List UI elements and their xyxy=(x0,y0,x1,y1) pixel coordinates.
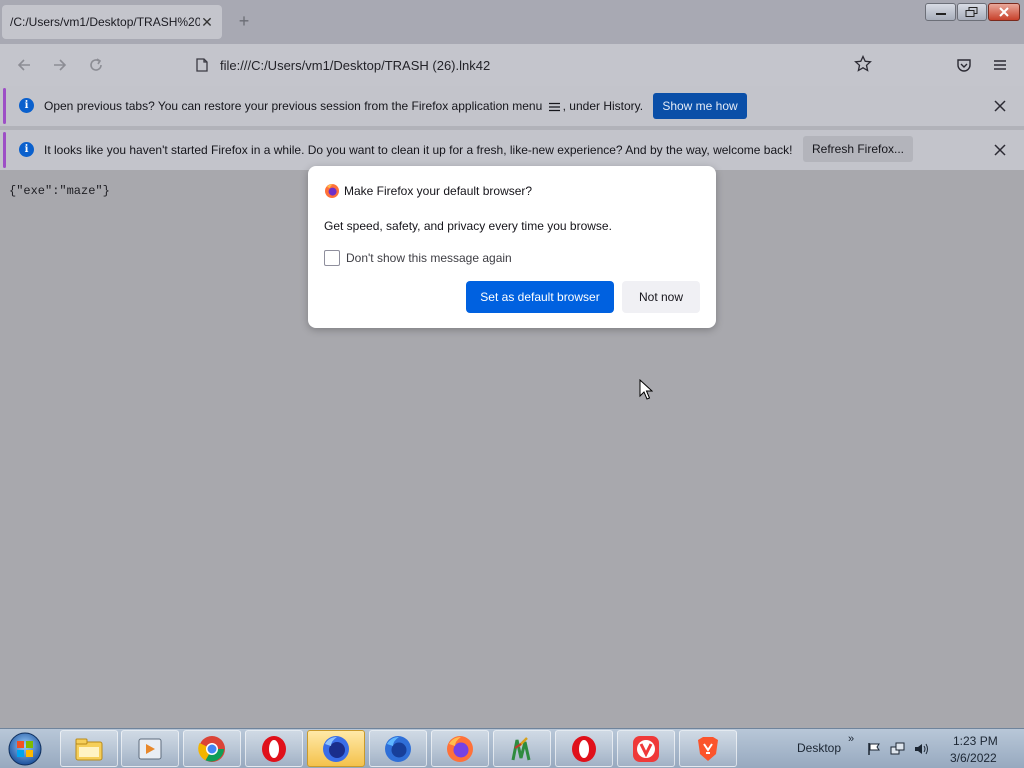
not-now-button[interactable]: Not now xyxy=(622,281,700,313)
pocket-icon xyxy=(957,59,971,72)
opera-icon xyxy=(572,735,596,762)
notification-message: Open previous tabs? You can restore your… xyxy=(44,99,644,113)
arrow-right-icon xyxy=(54,59,67,71)
dialog-message: Get speed, safety, and privacy every tim… xyxy=(324,219,612,233)
file-explorer-icon xyxy=(75,738,103,760)
info-icon: i xyxy=(19,142,34,157)
set-default-browser-button[interactable]: Set as default browser xyxy=(466,281,614,313)
reload-icon xyxy=(90,58,102,71)
taskbar-item-firefox[interactable] xyxy=(431,730,489,767)
taskbar: Desktop » 1:23 PM 3/6/2022 xyxy=(0,728,1024,768)
taskbar-item-vivaldi[interactable] xyxy=(617,730,675,767)
firefox-icon xyxy=(447,735,473,762)
window-close-button[interactable] xyxy=(988,3,1020,21)
json-text: {"exe":"maze"} xyxy=(9,184,110,198)
notification-close-button[interactable] xyxy=(990,140,1010,160)
opera-icon xyxy=(262,735,286,762)
toolbar-overflow-chevron[interactable]: » xyxy=(848,733,854,745)
clock-date[interactable]: 3/6/2022 xyxy=(950,751,997,765)
network-icon[interactable] xyxy=(890,741,906,757)
firefox-developer-icon xyxy=(385,735,411,762)
hamburger-menu-icon xyxy=(994,60,1006,70)
taskbar-item-chrome[interactable] xyxy=(183,730,241,767)
brave-icon xyxy=(698,736,718,761)
clock-time[interactable]: 1:23 PM xyxy=(953,734,998,748)
notification-close-button[interactable] xyxy=(990,96,1010,116)
close-icon xyxy=(994,144,1006,156)
url-bar[interactable]: file:///C:/Users/vm1/Desktop/TRASH (26).… xyxy=(184,50,884,80)
default-browser-dialog: Make Firefox your default browser? Get s… xyxy=(308,166,716,328)
dont-show-again-label[interactable]: Don't show this message again xyxy=(346,251,512,265)
volume-icon[interactable] xyxy=(914,741,930,757)
taskbar-item-firefox-nightly[interactable] xyxy=(307,730,365,767)
restore-icon xyxy=(965,7,978,17)
start-button[interactable] xyxy=(5,731,45,767)
application-menu-button[interactable] xyxy=(989,54,1011,76)
mouse-cursor-icon xyxy=(639,379,653,400)
page-icon xyxy=(190,58,214,72)
tab-close-icon[interactable]: ✕ xyxy=(200,14,214,31)
reload-button[interactable] xyxy=(84,53,108,77)
firefox-nightly-icon xyxy=(323,735,349,762)
back-button[interactable] xyxy=(12,53,36,77)
taskbar-item-spirit[interactable] xyxy=(493,730,551,767)
show-me-how-button[interactable]: Show me how xyxy=(653,93,747,119)
dialog-title: Make Firefox your default browser? xyxy=(344,184,533,198)
window-minimize-button[interactable] xyxy=(925,3,956,21)
chrome-icon xyxy=(198,735,225,762)
arrow-left-icon xyxy=(17,59,30,71)
close-icon xyxy=(999,7,1009,17)
refresh-firefox-button[interactable]: Refresh Firefox... xyxy=(803,136,913,162)
new-tab-button[interactable]: + xyxy=(234,11,254,31)
action-center-flag-icon[interactable] xyxy=(866,741,882,757)
tab-bar: /C:/Users/vm1/Desktop/TRASH%20( ✕ + xyxy=(0,0,1024,44)
tab-active[interactable]: /C:/Users/vm1/Desktop/TRASH%20( ✕ xyxy=(2,5,222,39)
taskbar-item-opera-2[interactable] xyxy=(555,730,613,767)
info-icon: i xyxy=(19,98,34,113)
window-restore-button[interactable] xyxy=(957,3,987,21)
hamburger-menu-icon xyxy=(548,102,560,111)
taskbar-item-media[interactable] xyxy=(121,730,179,767)
windows-start-icon xyxy=(8,732,42,766)
dont-show-again-checkbox[interactable] xyxy=(324,250,340,266)
close-icon xyxy=(994,100,1006,112)
restore-session-notification: i Open previous tabs? You can restore yo… xyxy=(0,86,1024,126)
taskbar-item-firefox-developer[interactable] xyxy=(369,730,427,767)
pocket-button[interactable] xyxy=(953,54,975,76)
url-text: file:///C:/Users/vm1/Desktop/TRASH (26).… xyxy=(220,57,491,73)
spirit-app-icon xyxy=(511,736,531,760)
desktop-toolbar-label[interactable]: Desktop xyxy=(797,741,841,755)
firefox-logo-icon xyxy=(325,184,339,198)
minimize-icon xyxy=(935,13,946,15)
forward-button[interactable] xyxy=(48,53,72,77)
vivaldi-icon xyxy=(633,735,659,762)
taskbar-item-opera[interactable] xyxy=(245,730,303,767)
star-icon xyxy=(854,55,872,72)
bookmark-star-button[interactable] xyxy=(852,53,874,75)
taskbar-item-explorer[interactable] xyxy=(60,730,118,767)
tab-title: /C:/Users/vm1/Desktop/TRASH%20( xyxy=(10,15,200,29)
media-player-icon xyxy=(138,738,162,759)
navigation-toolbar: file:///C:/Users/vm1/Desktop/TRASH (26).… xyxy=(0,44,1024,86)
notification-message: It looks like you haven't started Firefo… xyxy=(44,143,793,157)
taskbar-item-brave[interactable] xyxy=(679,730,737,767)
refresh-firefox-notification: i It looks like you haven't started Fire… xyxy=(0,130,1024,170)
